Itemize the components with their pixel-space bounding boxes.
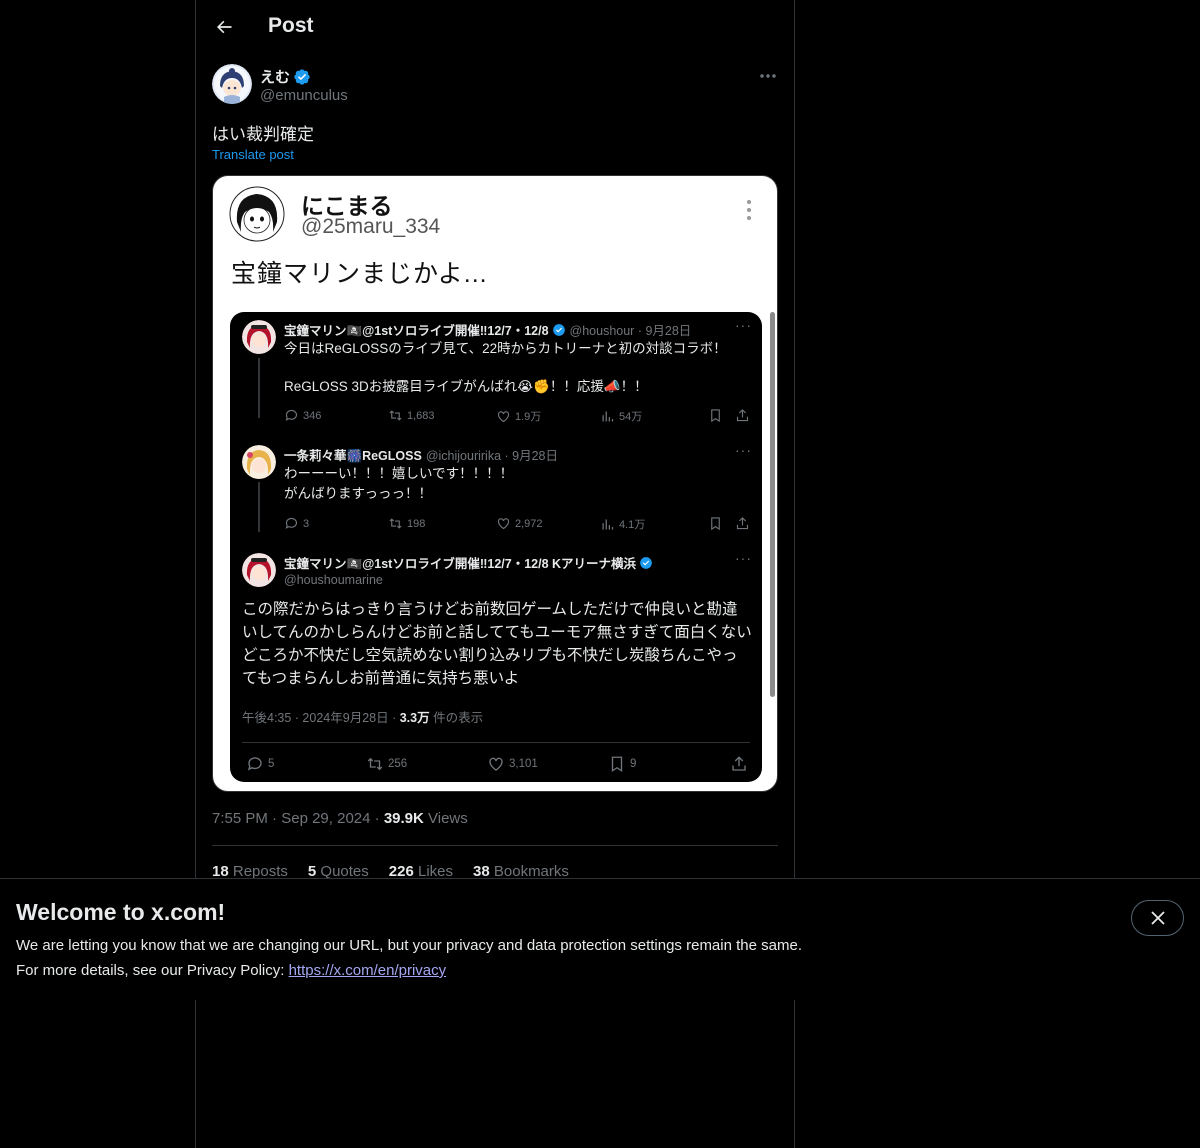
- thread-more-icon: ···: [735, 317, 752, 333]
- back-button[interactable]: [208, 11, 240, 43]
- post-views-label: Views: [428, 810, 468, 827]
- thread-more-icon: ···: [735, 442, 752, 458]
- thread-avatar-marine-main: [242, 553, 276, 587]
- thread-main-name: 宝鐘マリン🏴‍☠️@1stソロライブ開催‼12/7・12/8 Kアリーナ横浜: [284, 557, 637, 571]
- share-icon: [736, 409, 749, 422]
- thread-main-text: この際だからはっきり言うけどお前数回ゲームしただけで仲良いと勘違いしてんのかしら…: [242, 601, 752, 687]
- avatar-image: [212, 64, 252, 104]
- banner-privacy-line: For more details, see our Privacy Policy…: [16, 962, 447, 979]
- repost-count: 198: [388, 516, 425, 531]
- thread-first-actions: 346 1,683 1.9万 54万: [284, 408, 754, 426]
- heart-icon: [497, 518, 510, 530]
- screenshot-handle: @25maru_334: [301, 215, 441, 238]
- thread-more-icon: ···: [735, 550, 752, 566]
- post-timestamp: 7:55 PM · Sep 29, 2024 · 39.9K Views: [212, 810, 468, 827]
- reply-icon: [247, 757, 262, 771]
- privacy-policy-link[interactable]: https://x.com/en/privacy: [289, 962, 447, 979]
- thread-second-name: 一条莉々華🎆ReGLOSS: [284, 449, 422, 463]
- bookmark-icon: [611, 756, 623, 773]
- like-count: 1.9万: [496, 408, 541, 424]
- screenshot-scrollbar: [770, 312, 775, 697]
- thread-first-meta: @houshour · 9月28日: [569, 324, 692, 338]
- screenshot-avatar: [229, 186, 285, 242]
- author-handle[interactable]: @emunculus: [260, 87, 348, 104]
- thread-first-name: 宝鐘マリン🏴‍☠️@1stソロライブ開催‼12/7・12/8: [284, 324, 549, 338]
- thread-second-line1: わーーーい！！！嬉しいです！！！！: [284, 466, 514, 481]
- reply-count: 346: [284, 408, 321, 423]
- like-count: 2,972: [496, 516, 543, 531]
- thread-connector: [258, 482, 260, 532]
- post-date[interactable]: Sep 29, 2024: [281, 810, 370, 827]
- reply-count: 3: [284, 516, 309, 531]
- verified-badge-icon: [552, 323, 565, 336]
- reply-count: 5: [246, 755, 274, 773]
- thread-first-line2: ReGLOSS 3Dお披露目ライブがんばれ😭✊！！応援📣！！: [284, 379, 648, 394]
- page-title: Post: [268, 14, 314, 37]
- bookmark-icon: [711, 409, 720, 423]
- more-options-button[interactable]: [752, 66, 784, 86]
- post-text: はい裁判確定: [212, 125, 314, 144]
- author-name-row: えむ: [260, 66, 311, 87]
- heart-icon: [497, 410, 510, 422]
- bookmark-icon: [711, 517, 720, 531]
- thread-head-second: 一条莉々華🎆ReGLOSS @ichijouririka · 9月28日: [284, 445, 558, 464]
- quoted-thread: 宝鐘マリン🏴‍☠️@1stソロライブ開催‼12/7・12/8 @houshour…: [230, 312, 762, 782]
- avatar[interactable]: [212, 64, 252, 104]
- view-count: 54万: [600, 408, 642, 424]
- url-change-banner: Welcome to x.com! We are letting you kno…: [0, 878, 1200, 1000]
- heart-icon: [489, 757, 503, 771]
- thread-connector: [258, 358, 260, 418]
- verified-badge-icon: [640, 556, 652, 569]
- like-count: 3,101: [487, 755, 538, 773]
- post-media-image[interactable]: にこまる @25maru_334 宝鐘マリンまじかよ... 宝鐘マリン🏴‍☠️@…: [212, 175, 778, 792]
- thread-head-main: 宝鐘マリン🏴‍☠️@1stソロライブ開催‼12/7・12/8 Kアリーナ横浜: [284, 553, 653, 572]
- post-views-count: 39.9K: [383, 810, 424, 827]
- repost-count: 1,683: [388, 408, 435, 423]
- verified-badge-icon: [294, 68, 310, 85]
- screenshot-more-icon: [747, 200, 751, 220]
- thread-avatar-ririka: [242, 445, 276, 479]
- thread-second-meta: @ichijouririka · 9月28日: [425, 449, 558, 463]
- close-banner-button[interactable]: [1131, 900, 1184, 936]
- post-header: Post: [196, 0, 796, 54]
- thread-first-line1: 今日はReGLOSSのライブ見て、22時からカトリーナと初の対談コラボ！: [284, 341, 727, 356]
- reply-icon: [285, 409, 298, 421]
- repost-icon: [367, 757, 383, 771]
- thread-second-line2: がんばりますっっっ！！: [284, 486, 432, 501]
- screenshot-text: 宝鐘マリンまじかよ...: [231, 260, 488, 288]
- share-icon: [732, 756, 746, 771]
- author-display-name[interactable]: えむ: [260, 66, 290, 87]
- repost-icon: [389, 518, 402, 529]
- more-horizontal-icon: [760, 74, 776, 78]
- banner-message: We are letting you know that we are chan…: [16, 937, 802, 954]
- reply-icon: [285, 517, 298, 529]
- views-icon: [602, 411, 614, 421]
- thread-main-actions: 5 256 3,101 9: [242, 755, 752, 775]
- thread-main-handle: @houshoumarine: [284, 573, 383, 587]
- translate-post-link[interactable]: Translate post: [212, 147, 294, 162]
- thread-second-actions: 3 198 2,972 4.1万: [284, 516, 754, 534]
- thread-head-first: 宝鐘マリン🏴‍☠️@1stソロライブ開催‼12/7・12/8 @houshour…: [284, 320, 691, 339]
- share-icon: [736, 517, 749, 530]
- repost-icon: [389, 410, 402, 421]
- bookmark-count: 9: [608, 755, 636, 773]
- divider: [212, 845, 778, 846]
- banner-title: Welcome to x.com!: [16, 899, 226, 925]
- views-icon: [602, 519, 614, 529]
- view-count: 4.1万: [600, 516, 645, 532]
- close-icon: [1150, 911, 1165, 925]
- repost-count: 256: [366, 755, 407, 773]
- post-time[interactable]: 7:55 PM: [212, 810, 268, 827]
- arrow-left-icon: [217, 20, 232, 34]
- thread-divider: [242, 742, 750, 743]
- thread-main-time: 午後4:35 · 2024年9月28日 · 3.3万 件の表示: [242, 711, 484, 725]
- thread-avatar-marine: [242, 320, 276, 354]
